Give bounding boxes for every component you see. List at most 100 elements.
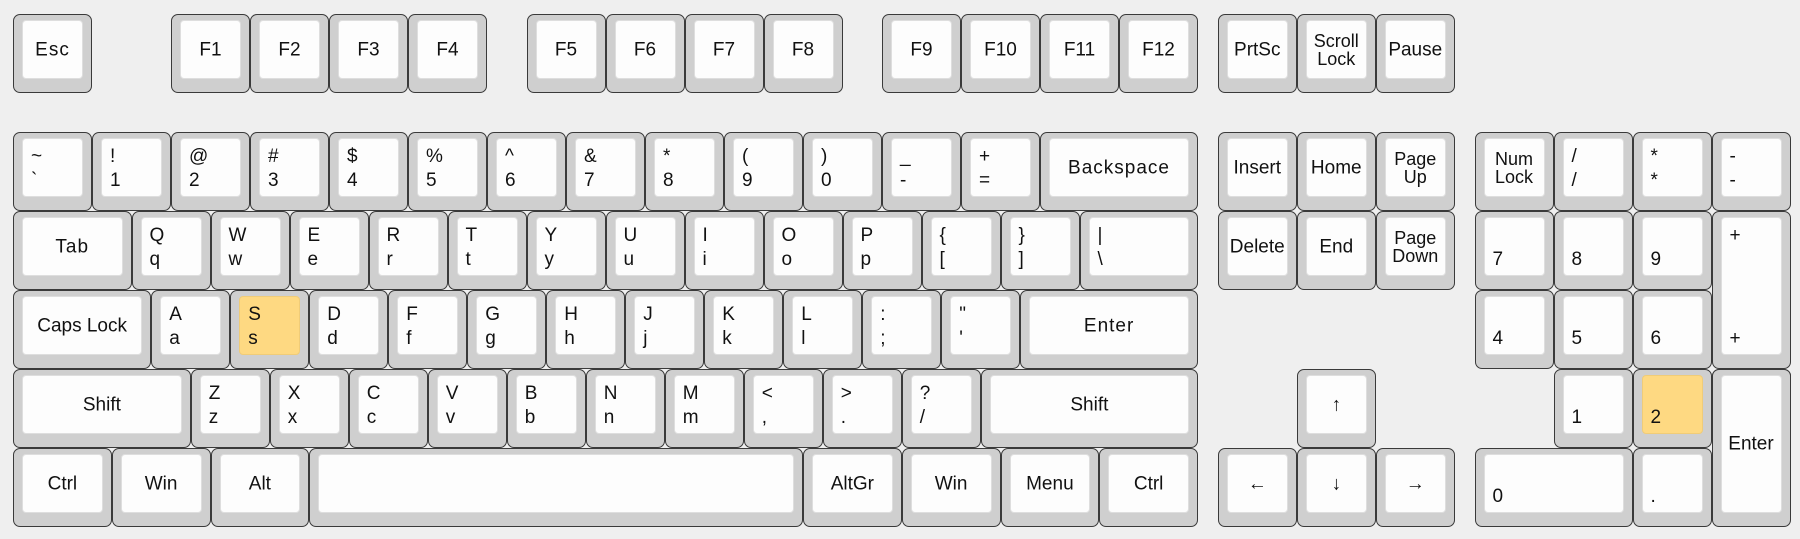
key-pageup[interactable]: Page Up: [1375, 132, 1455, 211]
key-num1[interactable]: 1: [1553, 369, 1633, 448]
key-arrowright[interactable]: →: [1375, 448, 1455, 527]
key-num4[interactable]: 4: [1474, 290, 1554, 369]
key-numadd[interactable]: + +: [1711, 211, 1791, 369]
key-numsubtract[interactable]: --: [1711, 132, 1791, 211]
key-d5[interactable]: % 5: [408, 132, 487, 211]
key-s[interactable]: Ss: [230, 290, 310, 369]
key-numdivide[interactable]: / /: [1553, 132, 1633, 211]
key-numlock[interactable]: Num Lock: [1474, 132, 1554, 211]
key-r[interactable]: Rr: [368, 211, 448, 290]
key-d7[interactable]: & 7: [566, 132, 645, 211]
key-d8[interactable]: * 8: [645, 132, 724, 211]
key-backquote[interactable]: ~ `: [13, 132, 92, 211]
key-u[interactable]: Uu: [605, 211, 685, 290]
key-d0[interactable]: ) 0: [803, 132, 882, 211]
key-menu[interactable]: Menu: [1000, 448, 1100, 527]
key-x[interactable]: Xx: [269, 369, 349, 448]
key-g[interactable]: Gg: [467, 290, 547, 369]
key-l[interactable]: Ll: [783, 290, 863, 369]
key-comma[interactable]: <,: [743, 369, 823, 448]
key-d6[interactable]: ^ 6: [487, 132, 566, 211]
key-f12[interactable]: F12: [1119, 14, 1198, 93]
key-f4[interactable]: F4: [408, 14, 487, 93]
key-altgr[interactable]: AltGr: [803, 448, 902, 527]
key-num6[interactable]: 6: [1632, 290, 1712, 369]
key-j[interactable]: Jj: [625, 290, 705, 369]
key-f[interactable]: Ff: [388, 290, 468, 369]
key-arrowup[interactable]: ↑: [1296, 369, 1376, 448]
key-end[interactable]: End: [1296, 211, 1376, 290]
key-num2[interactable]: 2: [1632, 369, 1712, 448]
key-winright[interactable]: Win: [901, 448, 1001, 527]
key-d4[interactable]: $4: [329, 132, 408, 211]
key-arrowdown[interactable]: ↓: [1296, 448, 1376, 527]
key-prtsc[interactable]: PrtSc: [1217, 14, 1297, 93]
key-capslock[interactable]: Caps Lock: [13, 290, 152, 369]
key-minus[interactable]: _ -: [882, 132, 961, 211]
key-numenter[interactable]: Enter: [1711, 369, 1791, 527]
key-p[interactable]: Pp: [842, 211, 922, 290]
key-o[interactable]: Oo: [763, 211, 843, 290]
key-f1[interactable]: F1: [171, 14, 250, 93]
key-insert[interactable]: Insert: [1217, 132, 1297, 211]
key-q[interactable]: Qq: [131, 211, 211, 290]
key-delete[interactable]: Delete: [1217, 211, 1297, 290]
key-equal[interactable]: + =: [961, 132, 1040, 211]
key-space[interactable]: [309, 448, 803, 527]
key-pagedown[interactable]: Page Down: [1375, 211, 1455, 290]
key-enter[interactable]: Enter: [1020, 290, 1198, 369]
key-b[interactable]: Bb: [506, 369, 586, 448]
key-k[interactable]: Kk: [704, 290, 784, 369]
key-f2[interactable]: F2: [250, 14, 329, 93]
key-num0[interactable]: 0: [1474, 448, 1633, 527]
key-m[interactable]: Mm: [664, 369, 744, 448]
key-nummultiply[interactable]: * *: [1632, 132, 1712, 211]
key-scrolllock[interactable]: Scroll Lock: [1296, 14, 1376, 93]
key-semicolon[interactable]: :;: [862, 290, 942, 369]
key-period[interactable]: >.: [822, 369, 902, 448]
key-f5[interactable]: F5: [526, 14, 606, 93]
key-e[interactable]: Ee: [289, 211, 369, 290]
key-ctrlright[interactable]: Ctrl: [1099, 448, 1198, 527]
key-n[interactable]: Nn: [585, 369, 665, 448]
key-slash[interactable]: ? /: [901, 369, 981, 448]
key-f3[interactable]: F3: [329, 14, 408, 93]
key-tab[interactable]: Tab: [13, 211, 132, 290]
key-num7[interactable]: 7: [1474, 211, 1554, 290]
key-pause[interactable]: Pause: [1375, 14, 1455, 93]
key-d9[interactable]: (9: [724, 132, 803, 211]
key-a[interactable]: Aa: [151, 290, 231, 369]
key-esc[interactable]: Esc: [13, 14, 92, 93]
key-home[interactable]: Home: [1296, 132, 1376, 211]
key-y[interactable]: Yy: [526, 211, 606, 290]
key-h[interactable]: Hh: [546, 290, 626, 369]
key-w[interactable]: Ww: [210, 211, 290, 290]
key-f7[interactable]: F7: [684, 14, 764, 93]
key-ctrlleft[interactable]: Ctrl: [13, 448, 112, 527]
key-arrowleft[interactable]: ←: [1217, 448, 1297, 527]
key-d[interactable]: Dd: [309, 290, 389, 369]
key-c[interactable]: Cc: [348, 369, 428, 448]
key-v[interactable]: Vv: [427, 369, 507, 448]
key-alt[interactable]: Alt: [210, 448, 310, 527]
key-f11[interactable]: F11: [1040, 14, 1119, 93]
key-quote[interactable]: " ': [941, 290, 1021, 369]
key-num9[interactable]: 9: [1632, 211, 1712, 290]
key-num8[interactable]: 8: [1553, 211, 1633, 290]
key-i[interactable]: Ii: [684, 211, 764, 290]
key-f9[interactable]: F9: [882, 14, 961, 93]
key-f8[interactable]: F8: [763, 14, 843, 93]
key-t[interactable]: Tt: [447, 211, 527, 290]
key-bracketright[interactable]: }]: [1000, 211, 1080, 290]
key-backslash[interactable]: | \: [1079, 211, 1198, 290]
key-d3[interactable]: #3: [250, 132, 329, 211]
key-d1[interactable]: ! 1: [92, 132, 171, 211]
key-bracketleft[interactable]: {[: [921, 211, 1001, 290]
key-backspace[interactable]: Backspace: [1040, 132, 1198, 211]
key-z[interactable]: Zz: [190, 369, 270, 448]
key-d2[interactable]: @2: [171, 132, 250, 211]
key-shiftleft[interactable]: Shift: [13, 369, 191, 448]
key-f6[interactable]: F6: [605, 14, 685, 93]
key-winleft[interactable]: Win: [111, 448, 211, 527]
key-numdecimal[interactable]: .: [1632, 448, 1712, 527]
